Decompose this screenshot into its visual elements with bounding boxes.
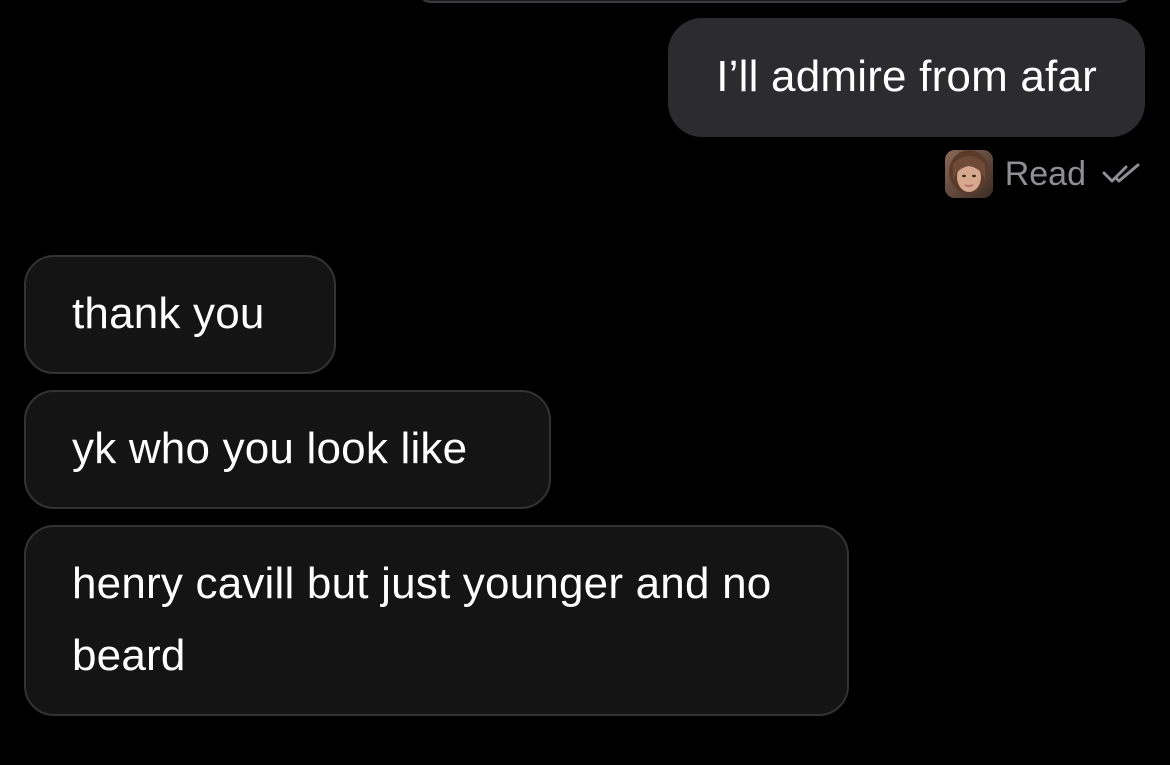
read-receipt: Read bbox=[944, 150, 1144, 198]
previous-message-bubble[interactable] bbox=[415, 0, 1135, 3]
message-text: henry cavill but just younger and no bea… bbox=[72, 559, 772, 680]
message-text: I’ll admire from afar bbox=[716, 52, 1097, 101]
incoming-message-bubble[interactable]: henry cavill but just younger and no bea… bbox=[24, 525, 849, 716]
incoming-message-bubble[interactable]: yk who you look like bbox=[24, 390, 551, 509]
message-text: yk who you look like bbox=[72, 424, 468, 473]
message-text: thank you bbox=[72, 289, 265, 338]
outgoing-message-bubble[interactable]: I’ll admire from afar bbox=[668, 18, 1145, 137]
incoming-message-bubble[interactable]: thank you bbox=[24, 255, 336, 374]
double-check-icon bbox=[1102, 163, 1140, 183]
read-status-label: Read bbox=[1004, 155, 1086, 193]
avatar[interactable] bbox=[944, 150, 993, 198]
avatar-photo-icon bbox=[944, 150, 993, 198]
